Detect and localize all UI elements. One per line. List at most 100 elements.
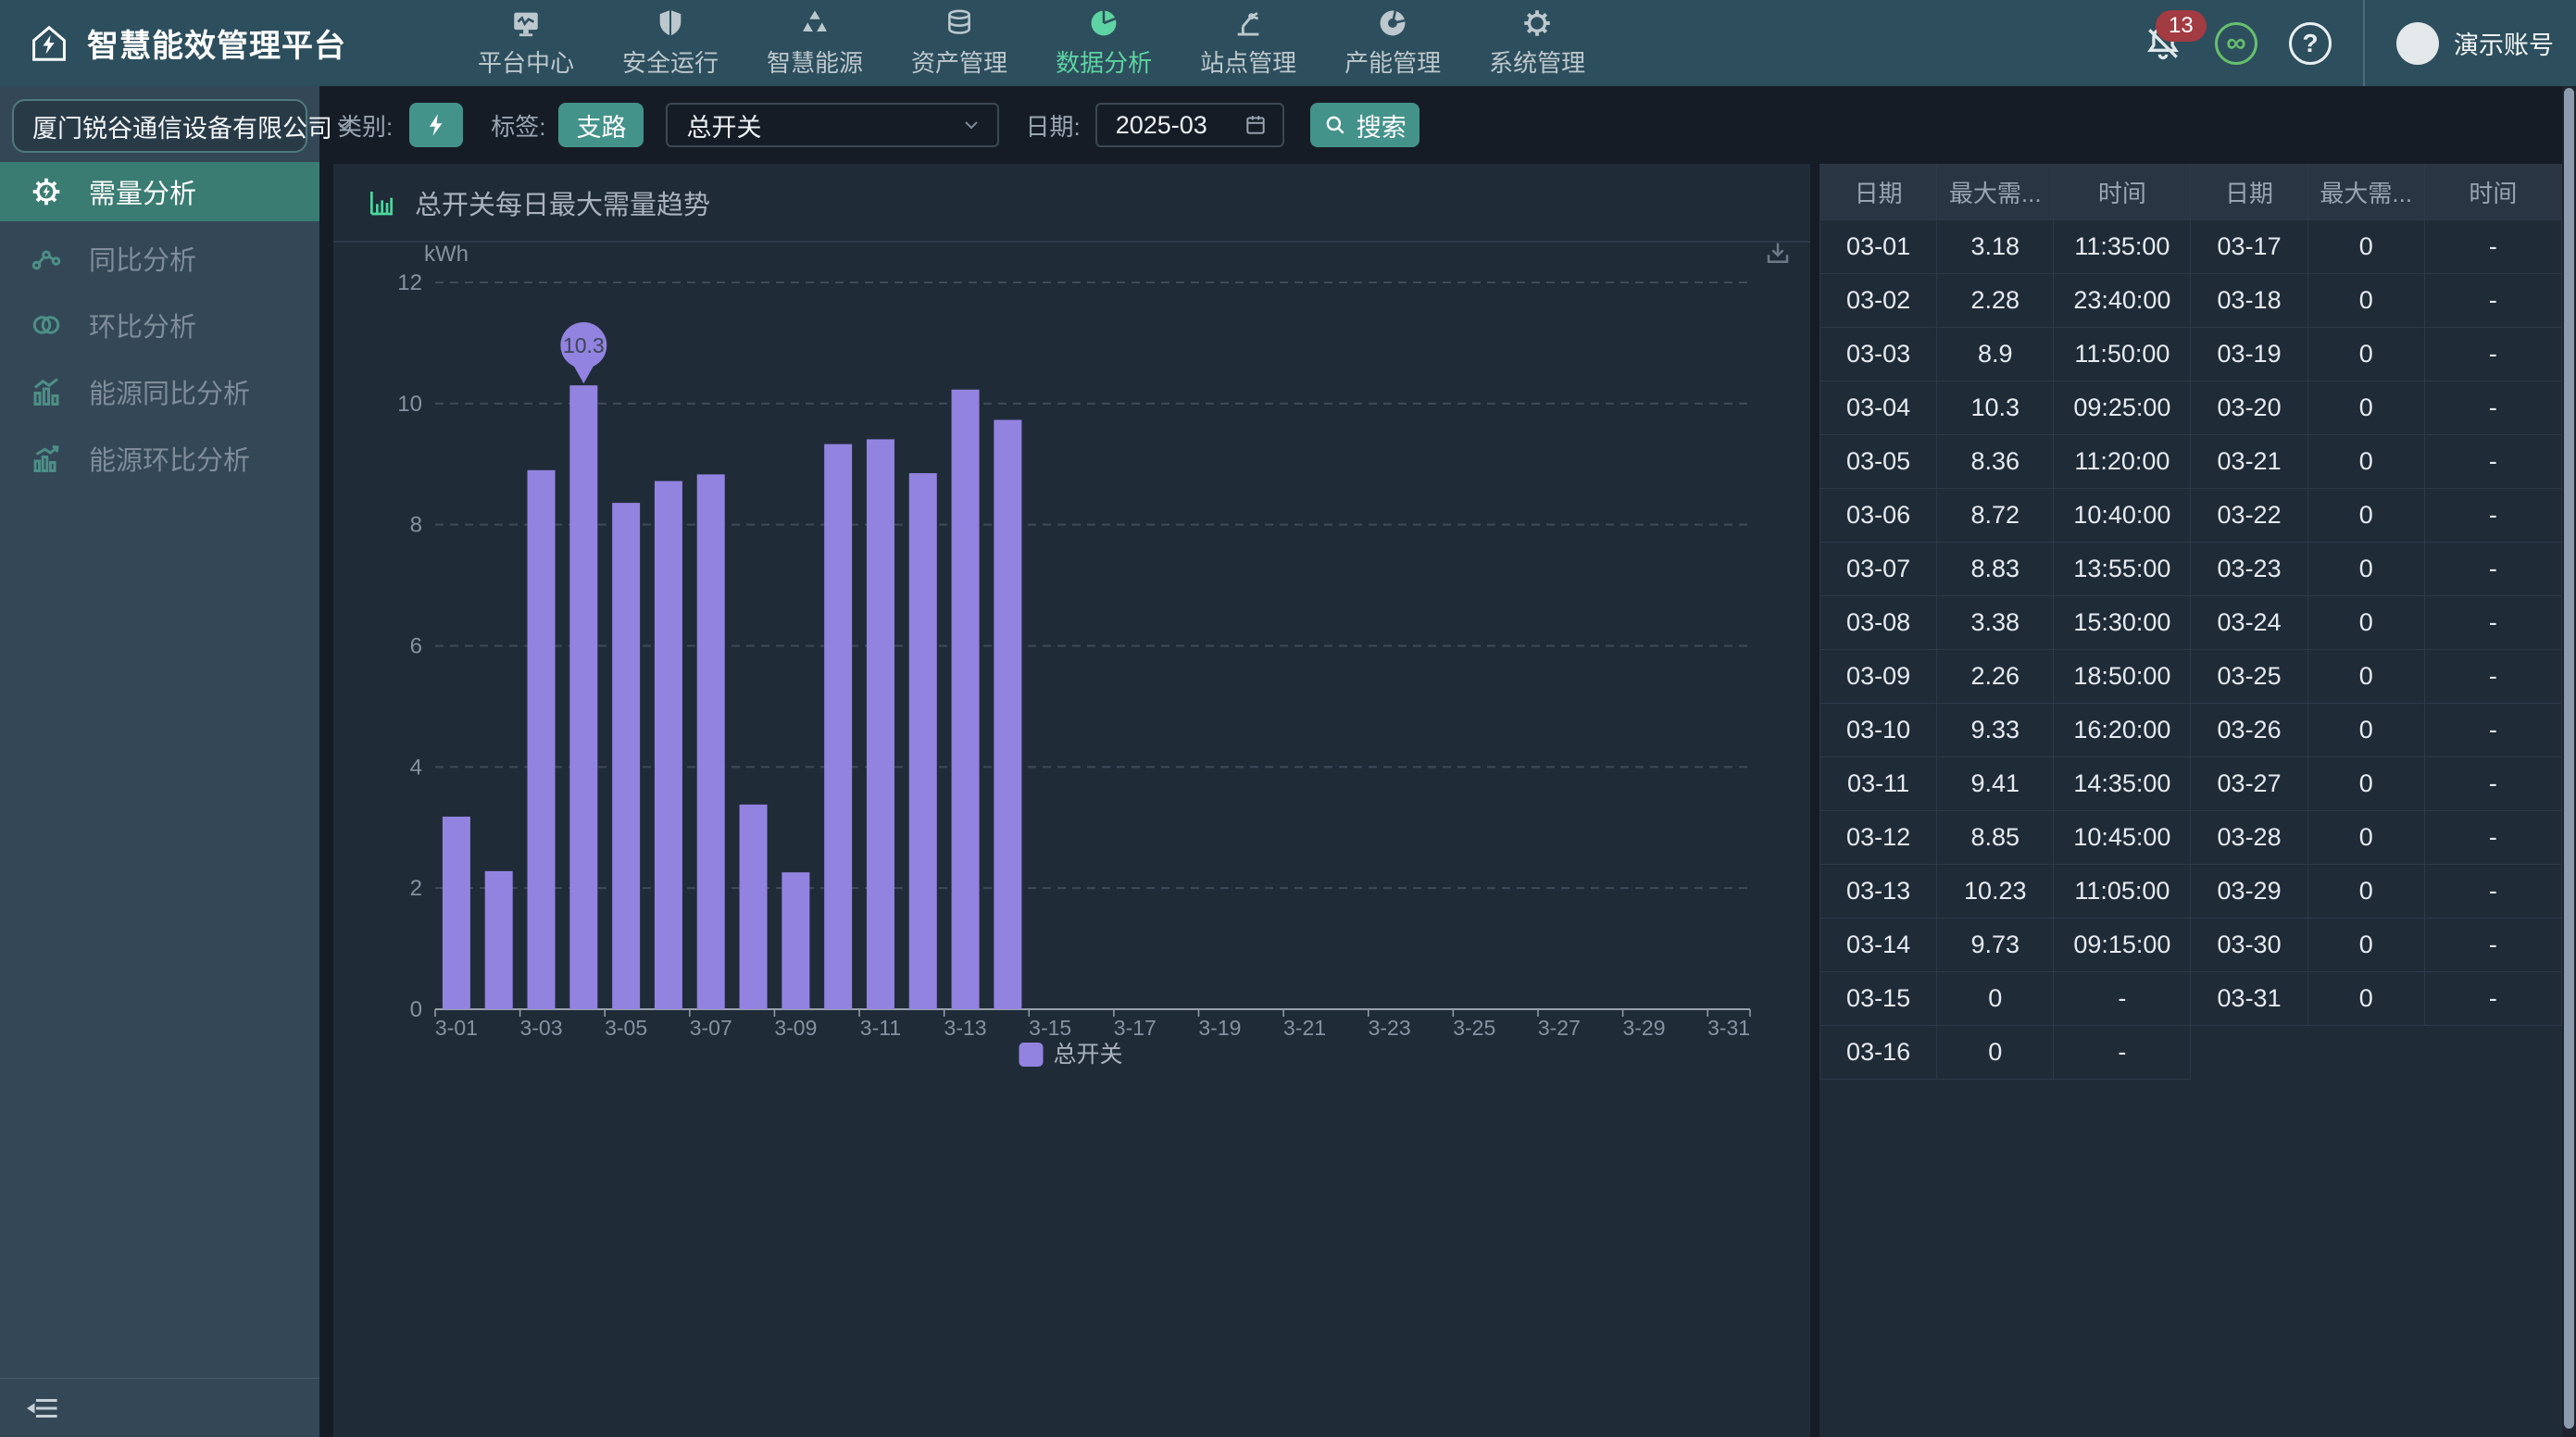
- table-cell: 03-14: [1820, 918, 1937, 972]
- house-bolt-logo-icon: [28, 22, 70, 65]
- nav-item-asset-management[interactable]: 资产管理: [911, 7, 1007, 79]
- sidebar-item-energy-mom-analysis[interactable]: 能源环比分析: [0, 429, 319, 488]
- table-row: 03-128.8510:45:0003-280-: [1820, 811, 2562, 865]
- sidebar-item-mom-analysis[interactable]: 环比分析: [0, 295, 319, 355]
- table-cell: 03-23: [2191, 543, 2307, 596]
- nav-item-smart-energy[interactable]: 智慧能源: [767, 7, 863, 79]
- category-electric-button[interactable]: [409, 103, 463, 147]
- connection-status-icon[interactable]: ∞: [2215, 22, 2257, 65]
- scrollbar-track[interactable]: [2562, 86, 2576, 1437]
- nav-item-safe-operation[interactable]: 安全运行: [622, 7, 719, 79]
- recycle-icon: [799, 7, 831, 39]
- legend-label[interactable]: 总开关: [1054, 1042, 1123, 1068]
- table-cell: -: [2424, 757, 2561, 811]
- svg-text:3-13: 3-13: [944, 1016, 987, 1040]
- notification-badge: 13: [2156, 10, 2207, 42]
- table-cell: 03-07: [1820, 543, 1937, 596]
- sidebar-item-yoy-analysis[interactable]: 同比分析: [0, 229, 319, 288]
- search-button-label: 搜索: [1357, 107, 1407, 144]
- nav-item-site-management[interactable]: 站点管理: [1200, 7, 1296, 79]
- chart-bar[interactable]: [867, 439, 894, 1009]
- tag-branch-button[interactable]: 支路: [558, 103, 644, 147]
- chart-bar[interactable]: [443, 817, 470, 1009]
- collapse-sidebar-button[interactable]: [24, 1393, 61, 1424]
- chart-bar[interactable]: [909, 473, 937, 1009]
- nav-item-data-analysis[interactable]: 数据分析: [1056, 7, 1152, 79]
- svg-text:4: 4: [410, 755, 422, 780]
- svg-text:3-07: 3-07: [690, 1016, 732, 1040]
- avatar: [2396, 22, 2439, 65]
- table-cell: [2424, 1026, 2561, 1080]
- sidebar-item-energy-yoy-analysis[interactable]: 能源同比分析: [0, 362, 319, 421]
- sidebar-item-demand-analysis[interactable]: 需量分析: [0, 162, 319, 221]
- notifications-button[interactable]: 13: [2143, 21, 2183, 66]
- account-name: 演示账号: [2454, 25, 2554, 61]
- table-cell: 09:25:00: [2054, 381, 2191, 435]
- help-button[interactable]: ?: [2289, 22, 2332, 65]
- table-cell: 0: [2307, 972, 2424, 1026]
- table-cell: 0: [2307, 865, 2424, 918]
- date-picker[interactable]: 2025-03: [1095, 103, 1284, 147]
- nav-item-system-management[interactable]: 系统管理: [1489, 7, 1585, 79]
- table-cell: 13:55:00: [2054, 543, 2191, 596]
- app-title: 智慧能效管理平台: [87, 20, 346, 66]
- chart-bar[interactable]: [994, 419, 1021, 1009]
- table-cell: 03-21: [2191, 435, 2307, 489]
- chart-bar[interactable]: [612, 503, 640, 1009]
- chart-bar[interactable]: [824, 444, 852, 1009]
- table-row: 03-150-03-310-: [1820, 972, 2562, 1026]
- table-cell: 3.18: [1937, 220, 2054, 274]
- table-cell: 03-25: [2191, 650, 2307, 704]
- search-button[interactable]: 搜索: [1310, 103, 1419, 147]
- table-cell: 03-06: [1820, 489, 1937, 543]
- table-cell: 10.23: [1937, 865, 2054, 918]
- nav-item-platform-center[interactable]: 平台中心: [478, 7, 574, 79]
- top-navigation: 平台中心 安全运行 智慧能源: [478, 7, 1585, 79]
- demand-trend-panel: 总开关每日最大需量趋势 kWh0246810123-013-033-053-07…: [333, 164, 1810, 1437]
- topbar-divider: [2363, 0, 2365, 86]
- search-icon: [1323, 113, 1347, 137]
- nav-item-capacity-management[interactable]: 产能管理: [1344, 7, 1441, 79]
- table-cell: 03-08: [1820, 596, 1937, 650]
- demand-trend-chart[interactable]: kWh0246810123-013-033-053-073-093-113-13…: [333, 243, 1810, 1159]
- account-menu[interactable]: 演示账号: [2396, 22, 2554, 65]
- chart-bar[interactable]: [697, 474, 725, 1009]
- download-icon[interactable]: [1764, 240, 1792, 268]
- legend-swatch[interactable]: [1019, 1043, 1044, 1067]
- table-cell: 2.26: [1937, 650, 2054, 704]
- svg-text:3-05: 3-05: [605, 1016, 647, 1040]
- device-select[interactable]: 总开关: [666, 103, 999, 147]
- chart-bar[interactable]: [952, 390, 980, 1009]
- bar-chart-title-icon: [367, 188, 396, 218]
- table-cell: 03-04: [1820, 381, 1937, 435]
- table-row: 03-119.4114:35:0003-270-: [1820, 757, 2562, 811]
- scrollbar-thumb[interactable]: [2564, 88, 2574, 1429]
- nav-label: 平台中心: [478, 44, 574, 79]
- col-header-max-demand: 最大需...: [2307, 165, 2424, 220]
- chart-bar[interactable]: [528, 470, 556, 1009]
- svg-text:3-31: 3-31: [1707, 1016, 1750, 1040]
- table-cell: 03-01: [1820, 220, 1937, 274]
- table-cell: 9.41: [1937, 757, 2054, 811]
- table-cell: 0: [2307, 328, 2424, 381]
- table-row: 03-078.8313:55:0003-230-: [1820, 543, 2562, 596]
- table-cell: 11:05:00: [2054, 865, 2191, 918]
- company-select[interactable]: 厦门锐谷通信设备有限公司: [12, 99, 307, 153]
- chart-bar[interactable]: [740, 805, 768, 1009]
- chart-bar[interactable]: [782, 872, 809, 1009]
- table-cell: -: [2054, 972, 2191, 1026]
- nav-label: 站点管理: [1200, 44, 1296, 79]
- chart-bar[interactable]: [655, 481, 682, 1009]
- sidebar-item-label: 环比分析: [89, 306, 196, 344]
- sidebar: 厦门锐谷通信设备有限公司: [0, 86, 319, 1437]
- chart-bar[interactable]: [569, 385, 597, 1009]
- col-header-time: 时间: [2424, 165, 2561, 220]
- chart-title: 总开关每日最大需量趋势: [415, 183, 710, 222]
- table-row: 03-058.3611:20:0003-210-: [1820, 435, 2562, 489]
- category-label: 类别:: [338, 108, 393, 143]
- chart-panel-header: 总开关每日最大需量趋势: [333, 164, 1810, 243]
- device-select-value: 总开关: [686, 107, 960, 144]
- chart-bar[interactable]: [485, 871, 513, 1009]
- table-row: 03-038.911:50:0003-190-: [1820, 328, 2562, 381]
- table-row: 03-092.2618:50:0003-250-: [1820, 650, 2562, 704]
